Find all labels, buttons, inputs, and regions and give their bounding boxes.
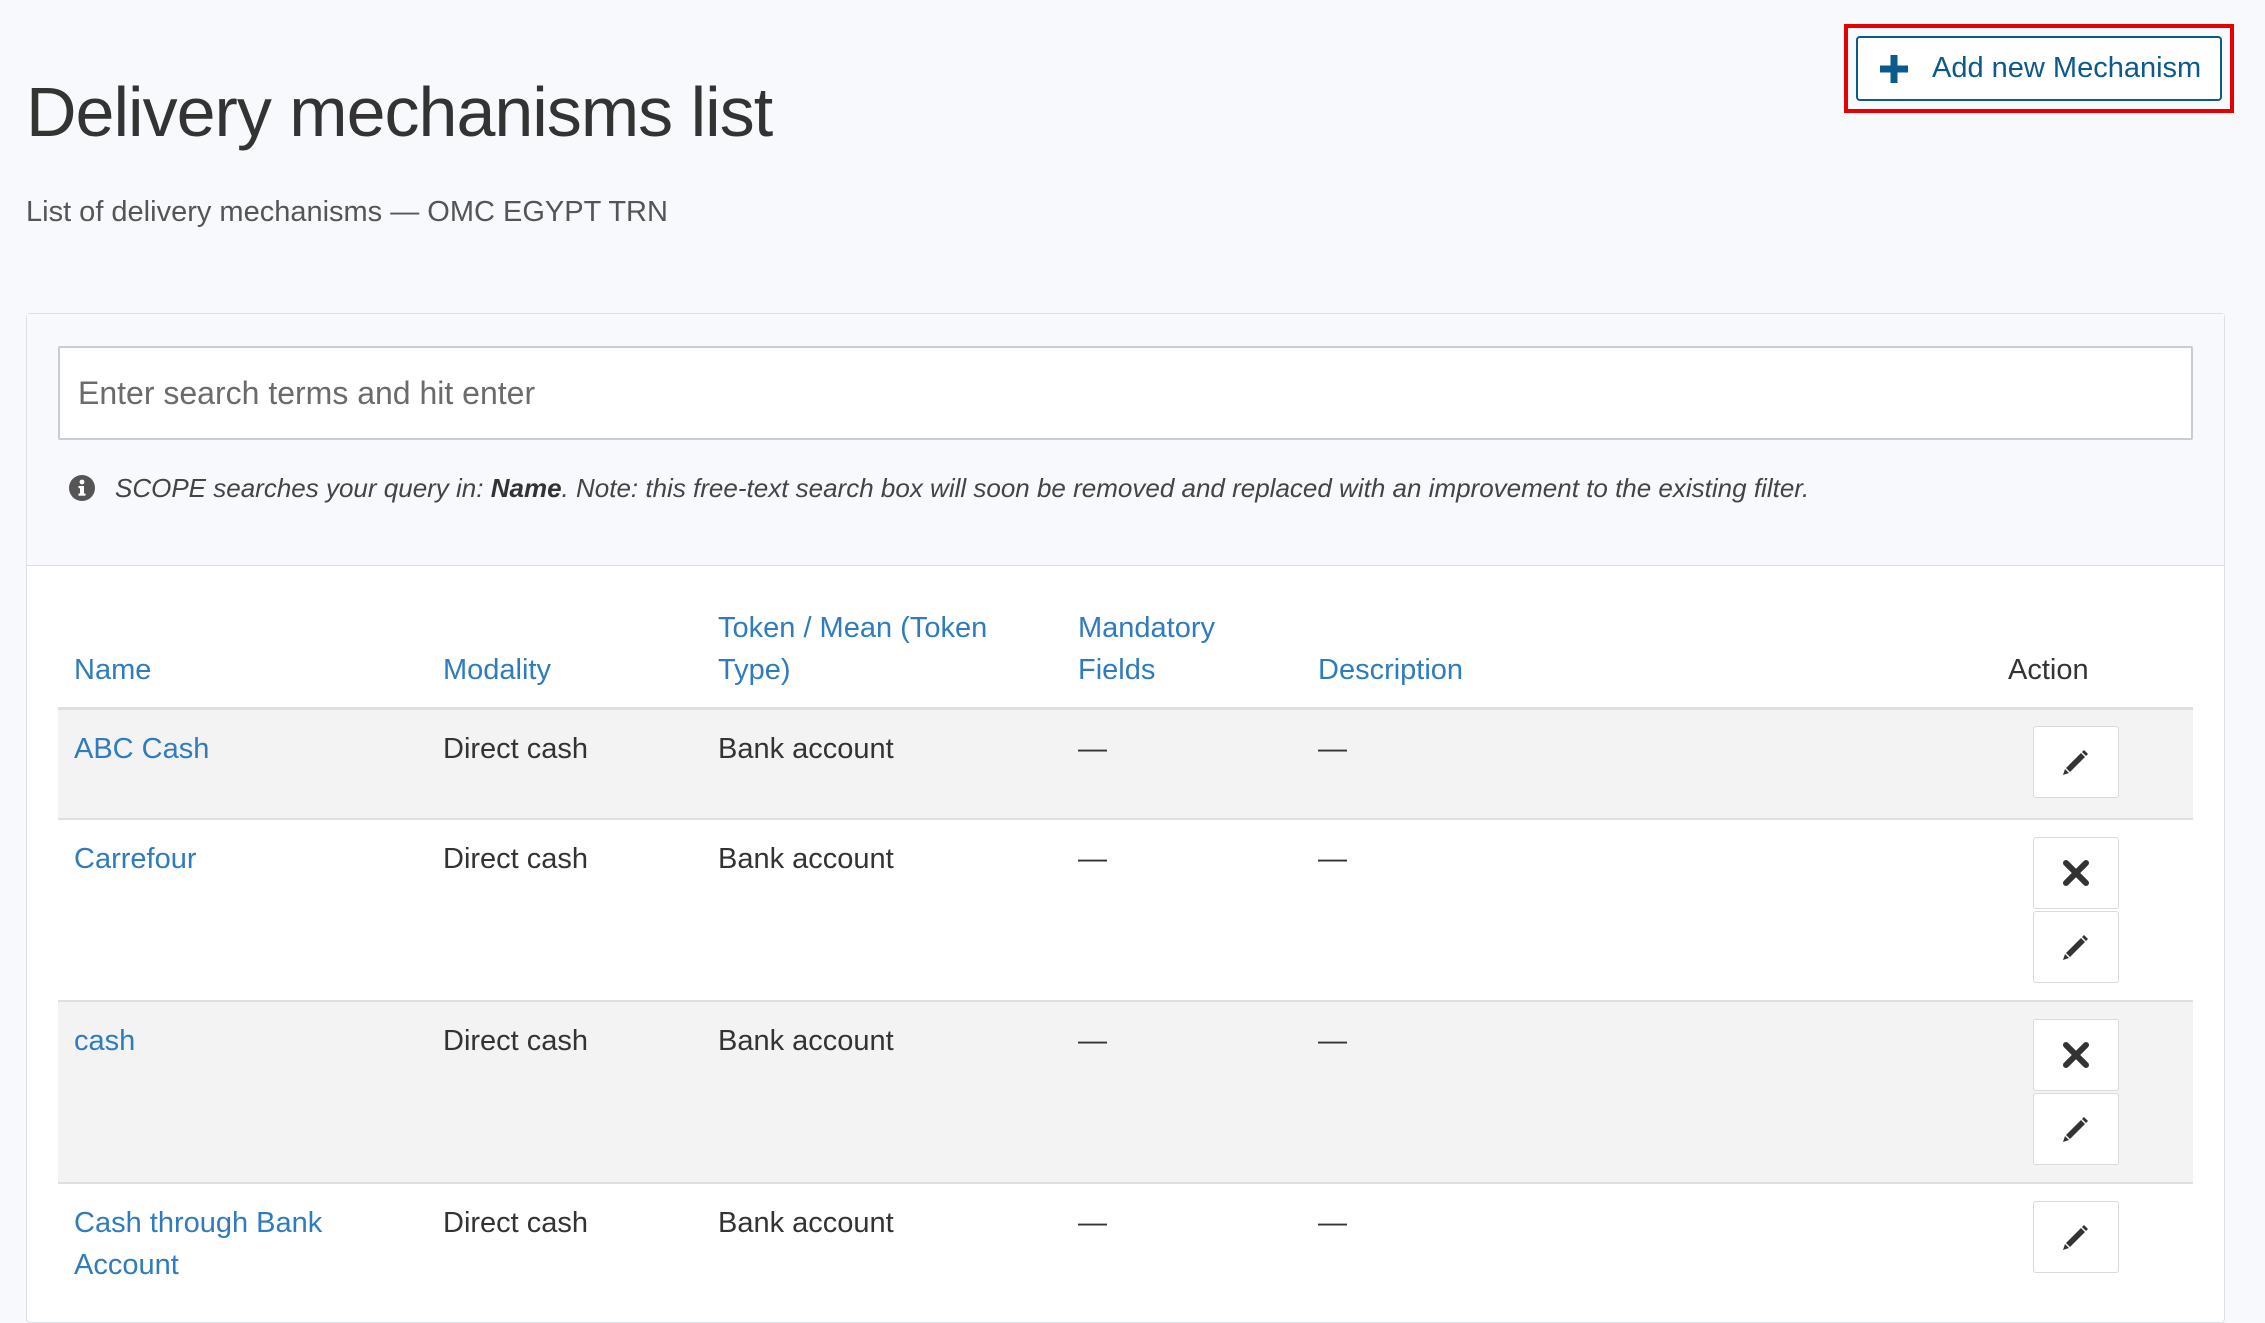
mechanism-name-line1: Carrefour bbox=[74, 843, 197, 875]
modality-cell: Direct cash bbox=[443, 1025, 589, 1057]
edit-button[interactable] bbox=[2033, 1201, 2119, 1273]
token-cell: Bank account bbox=[718, 843, 894, 875]
plus-icon bbox=[1880, 54, 1908, 83]
column-header-name[interactable]: Name bbox=[74, 649, 151, 691]
mechanism-name-line2: Account bbox=[74, 1249, 179, 1281]
close-icon bbox=[2063, 1042, 2089, 1068]
modality-cell: Direct cash bbox=[443, 1207, 589, 1239]
add-new-mechanism-button[interactable]: Add new Mechanism bbox=[1856, 36, 2222, 101]
table-row: Cash through Bank Account Direct cash Ban… bbox=[58, 1184, 2193, 1304]
mechanism-name-line1: cash bbox=[74, 1025, 136, 1057]
pencil-icon bbox=[2063, 935, 2088, 960]
pencil-icon bbox=[2063, 1117, 2088, 1142]
edit-button[interactable] bbox=[2033, 1093, 2119, 1165]
column-header-token-line2: Type) bbox=[718, 654, 791, 686]
column-header-mandatory-line2: Fields bbox=[1078, 654, 1156, 686]
page-subtitle: List of delivery mechanisms — OMC EGYPT … bbox=[26, 196, 668, 228]
mechanisms-card: SCOPE searches your query in: Name. Note… bbox=[26, 313, 2225, 1323]
mechanism-name-link[interactable]: Carrefour bbox=[74, 838, 197, 880]
mandatory-fields-cell: — bbox=[1078, 1025, 1107, 1057]
column-header-token-line1: Token / Mean (Token bbox=[718, 612, 988, 644]
description-cell: — bbox=[1318, 1207, 1347, 1239]
edit-button[interactable] bbox=[2033, 911, 2119, 983]
mechanism-name-link[interactable]: ABC Cash bbox=[74, 728, 209, 770]
search-note-prefix: SCOPE searches your query in: bbox=[115, 472, 491, 503]
description-cell: — bbox=[1318, 843, 1347, 875]
search-note-text: SCOPE searches your query in: Name. Note… bbox=[115, 473, 1809, 504]
token-cell: Bank account bbox=[718, 1025, 894, 1057]
token-cell: Bank account bbox=[718, 1207, 894, 1239]
info-circle-icon bbox=[69, 475, 95, 501]
table-row: Carrefour Direct cash Bank account — — bbox=[58, 820, 2193, 1002]
description-cell: — bbox=[1318, 1025, 1347, 1057]
mandatory-fields-cell: — bbox=[1078, 733, 1107, 765]
table-row: cash Direct cash Bank account — — bbox=[58, 1002, 2193, 1184]
pencil-icon bbox=[2063, 750, 2088, 775]
column-header-modality-label: Modality bbox=[443, 654, 551, 686]
mandatory-fields-cell: — bbox=[1078, 1207, 1107, 1239]
search-note-field: Name bbox=[490, 472, 562, 503]
close-icon bbox=[2063, 860, 2089, 886]
mechanism-name-line1: ABC Cash bbox=[74, 733, 210, 765]
search-note: SCOPE searches your query in: Name. Note… bbox=[69, 468, 1809, 508]
column-header-modality[interactable]: Modality bbox=[443, 649, 551, 691]
column-header-mandatory-fields[interactable]: Mandatory Fields bbox=[1078, 607, 1215, 691]
table-row: ABC Cash Direct cash Bank account — — bbox=[58, 710, 2193, 820]
search-input[interactable] bbox=[58, 346, 2193, 440]
mechanisms-table: Name Modality Token / Mean (Token Type) M… bbox=[58, 598, 2193, 1304]
column-header-token[interactable]: Token / Mean (Token Type) bbox=[718, 607, 987, 691]
modality-cell: Direct cash bbox=[443, 733, 589, 765]
mechanism-name-link[interactable]: Cash through Bank Account bbox=[74, 1202, 322, 1286]
mandatory-fields-cell: — bbox=[1078, 843, 1107, 875]
search-note-suffix: . Note: this free-text search box will s… bbox=[561, 472, 1810, 503]
table-header: Name Modality Token / Mean (Token Type) M… bbox=[58, 598, 2193, 710]
column-header-description[interactable]: Description bbox=[1318, 649, 1463, 691]
mechanism-name-link[interactable]: cash bbox=[74, 1020, 135, 1062]
column-header-name-label: Name bbox=[74, 654, 152, 686]
description-cell: — bbox=[1318, 733, 1347, 765]
mechanism-name-line1: Cash through Bank bbox=[74, 1207, 323, 1239]
search-section: SCOPE searches your query in: Name. Note… bbox=[27, 314, 2224, 566]
column-header-action-label: Action bbox=[2008, 654, 2089, 686]
add-new-mechanism-label: Add new Mechanism bbox=[1932, 52, 2202, 84]
page-title: Delivery mechanisms list bbox=[26, 73, 773, 151]
add-button-highlight: Add new Mechanism bbox=[1844, 24, 2234, 113]
token-cell: Bank account bbox=[718, 733, 894, 765]
modality-cell: Direct cash bbox=[443, 843, 589, 875]
column-header-action: Action bbox=[2008, 649, 2089, 691]
column-header-mandatory-line1: Mandatory bbox=[1078, 612, 1216, 644]
pencil-icon bbox=[2063, 1225, 2088, 1250]
delete-button[interactable] bbox=[2033, 1019, 2119, 1091]
delete-button[interactable] bbox=[2033, 837, 2119, 909]
column-header-description-label: Description bbox=[1318, 654, 1464, 686]
edit-button[interactable] bbox=[2033, 726, 2119, 798]
